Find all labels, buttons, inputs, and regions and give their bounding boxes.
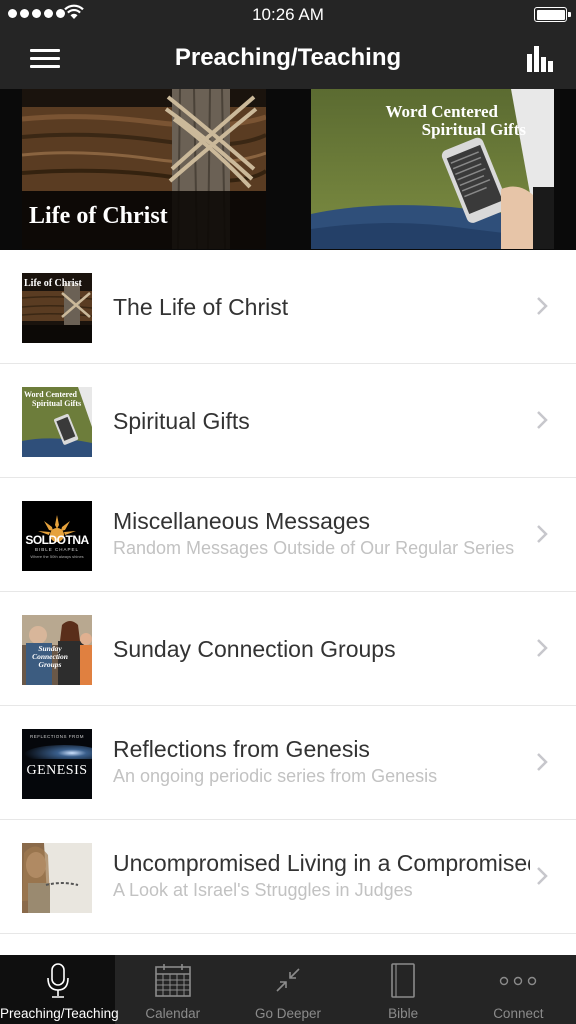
banner-life-title: Life of Christ (29, 203, 168, 229)
list-item[interactable]: Word Centered Spiritual Gifts Spiritual … (0, 364, 576, 478)
tab-calendar[interactable]: Calendar (115, 955, 230, 1024)
series-title: Reflections from Genesis (113, 736, 370, 762)
thumb-text: Life of Christ (24, 278, 82, 289)
thumb-logo-tagline: Where the 50th always shines (30, 554, 84, 559)
tab-preaching-teaching[interactable]: Preaching/Teaching (0, 955, 119, 1024)
list-item[interactable]: Uncompromised Living in a Compromised Wo… (0, 820, 576, 934)
series-thumbnail: Life of Christ (22, 273, 92, 343)
chevron-right-icon (537, 525, 548, 543)
status-bar: 10:26 AM (0, 0, 576, 30)
tab-label: Bible (388, 1006, 419, 1021)
series-title: The Life of Christ (113, 294, 289, 320)
thumb-big-text: GENESIS (26, 763, 88, 778)
series-title: Sunday Connection Groups (113, 636, 396, 662)
thumb-text: Sunday Connection Groups (22, 645, 78, 669)
chevron-right-icon (537, 867, 548, 885)
battery-icon (534, 7, 571, 22)
banner-word-line2: Spiritual Gifts (421, 120, 526, 139)
chevron-right-icon (537, 411, 548, 429)
tab-bible[interactable]: Bible (346, 955, 461, 1024)
series-thumbnail: Word Centered Spiritual Gifts (22, 387, 92, 457)
list-item[interactable]: Life of Christ The Life of Christ (0, 250, 576, 364)
microphone-icon (46, 963, 69, 998)
tab-bar: Preaching/Teaching Calendar Go Deeper Bi… (0, 955, 576, 1024)
banner-word-line1: Word Centered (385, 102, 498, 121)
series-subtitle: Random Messages Outside of Our Regular S… (113, 538, 515, 558)
status-time: 10:26 AM (252, 5, 324, 24)
featured-banner: Life of Christ Word Centered Spiritual G… (0, 89, 576, 250)
page-title: Preaching/Teaching (174, 44, 402, 71)
bar-chart-icon[interactable] (526, 44, 554, 72)
thumb-text-line3: Groups (38, 660, 62, 669)
tab-label: Go Deeper (254, 1006, 321, 1021)
navigation-bar: Preaching/Teaching (0, 30, 576, 89)
list-item[interactable]: REFLECTIONS FROM GENESIS Reflections fro… (0, 706, 576, 820)
chevron-right-icon (537, 297, 548, 315)
series-title: Miscellaneous Messages (113, 508, 370, 534)
series-title: Uncompromised Living in a Compromised Wo… (113, 850, 530, 876)
tab-label: Connect (493, 1006, 544, 1021)
thumb-text-line2: Spiritual Gifts (32, 399, 82, 408)
collapse-arrows-icon (276, 968, 300, 992)
series-subtitle: A Look at Israel's Struggles in Judges (113, 880, 413, 900)
series-thumbnail: Sunday Connection Groups (22, 615, 92, 685)
chevron-right-icon (537, 753, 548, 771)
chevron-right-icon (537, 639, 548, 657)
more-dots-icon (500, 976, 537, 986)
hamburger-menu-icon[interactable] (30, 47, 62, 71)
thumb-small-text: REFLECTIONS FROM (29, 734, 84, 739)
series-subtitle: An ongoing periodic series from Genesis (113, 766, 438, 786)
series-thumbnail: REFLECTIONS FROM GENESIS (22, 729, 92, 799)
tab-connect[interactable]: Connect (461, 955, 576, 1024)
thumb-text: Word Centered Spiritual Gifts (24, 390, 81, 408)
banner-life-of-christ[interactable]: Life of Christ (22, 89, 266, 249)
series-thumbnail (22, 843, 92, 913)
tab-label: Calendar (145, 1006, 201, 1021)
calendar-icon (154, 964, 191, 997)
tab-label: Preaching/Teaching (0, 1006, 119, 1021)
banner-spiritual-gifts[interactable]: Word Centered Spiritual Gifts (311, 89, 554, 249)
series-thumbnail: SOLDOTNA BIBLE CHAPEL Where the 50th alw… (22, 501, 92, 571)
banner-word-title: Word Centered Spiritual Gifts (385, 102, 526, 139)
list-item[interactable]: SOLDOTNA BIBLE CHAPEL Where the 50th alw… (0, 478, 576, 592)
list-item[interactable]: Sunday Connection Groups Sunday Connecti… (0, 592, 576, 706)
thumb-logo-subtitle: BIBLE CHAPEL (34, 547, 79, 552)
series-title: Spiritual Gifts (113, 408, 250, 434)
tab-go-deeper[interactable]: Go Deeper (230, 955, 345, 1024)
thumb-text-line1: Word Centered (24, 390, 77, 399)
book-icon (391, 963, 415, 998)
thumb-logo-text: SOLDOTNA (25, 533, 89, 547)
series-list: Life of Christ The Life of Christ Word C… (0, 250, 576, 934)
